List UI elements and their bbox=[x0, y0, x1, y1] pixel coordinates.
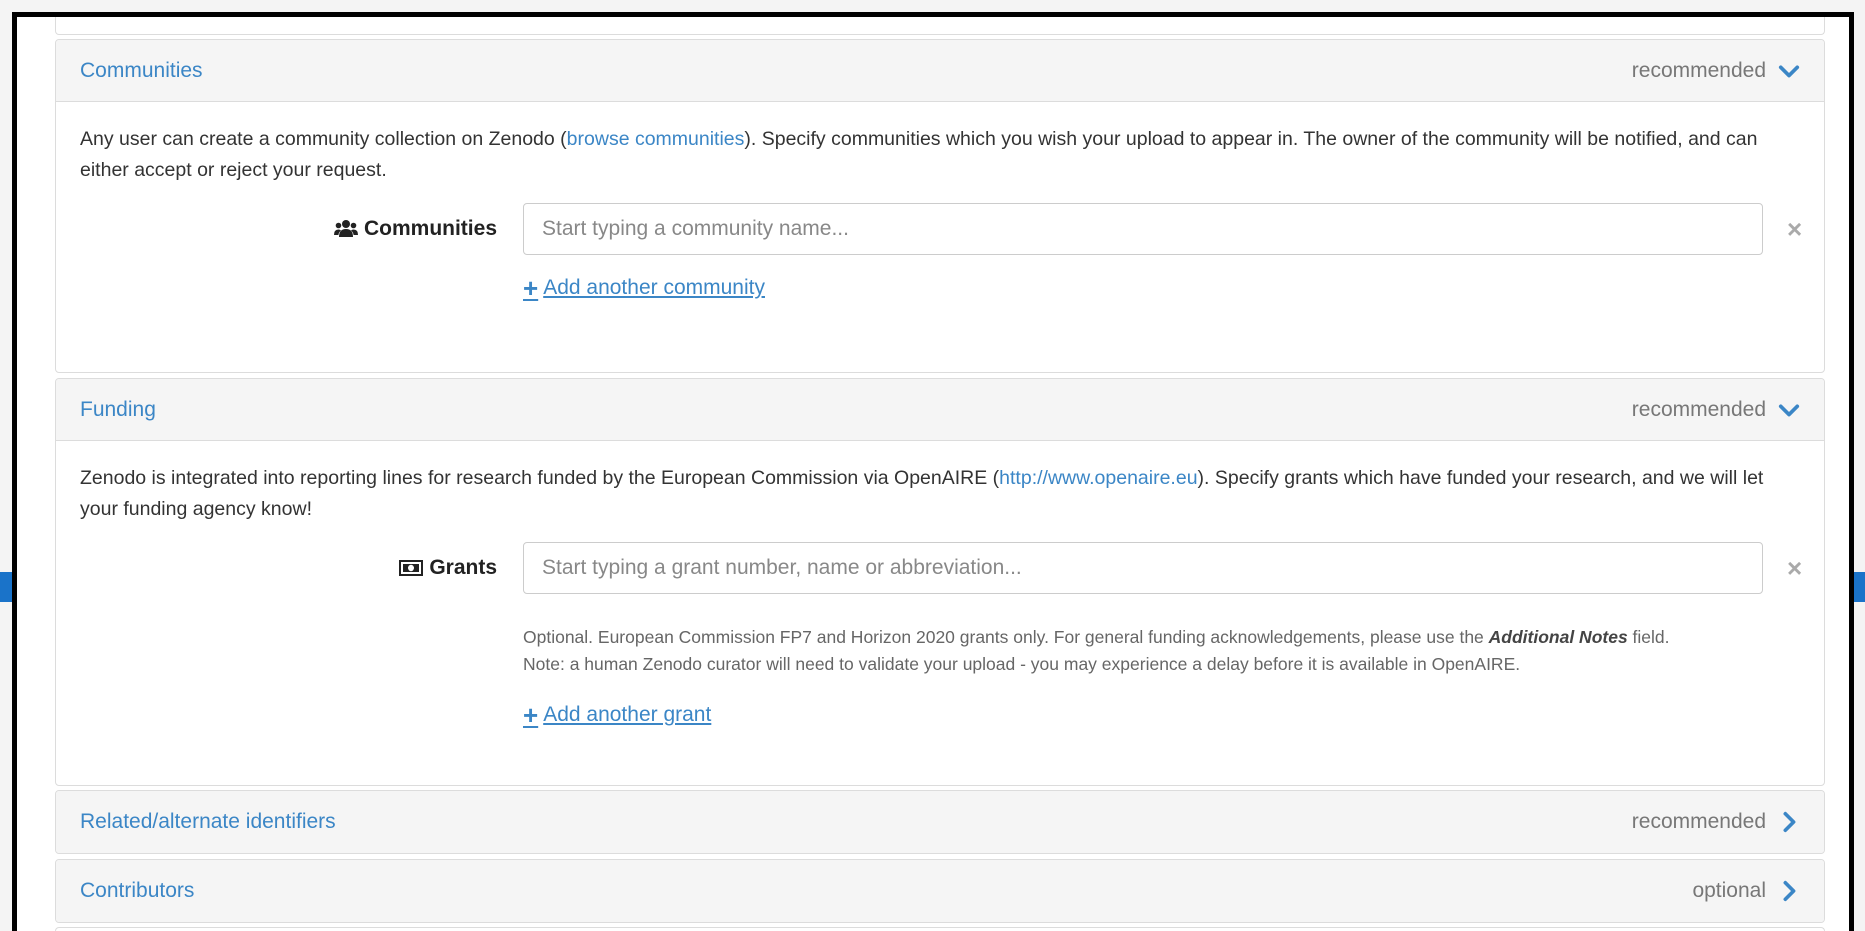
communities-desc-text: Any user can create a community collecti… bbox=[80, 128, 567, 150]
additional-notes-emphasis: Additional Notes bbox=[1488, 627, 1628, 647]
previous-panel-edge bbox=[55, 17, 1825, 35]
community-search-input[interactable] bbox=[523, 203, 1763, 255]
help-text-start: Optional. European Commission FP7 and Ho… bbox=[523, 627, 1489, 647]
funding-panel: Funding recommended Zenodo is integrated… bbox=[55, 378, 1825, 786]
openaire-link[interactable]: http://www.openaire.eu bbox=[999, 467, 1197, 489]
contributors-title[interactable]: Contributors bbox=[80, 879, 194, 903]
communities-panel: Communities recommended Any user can cre… bbox=[55, 39, 1825, 373]
next-panel-edge bbox=[55, 927, 1825, 931]
add-community-label: Add another community bbox=[543, 276, 765, 299]
browse-communities-link[interactable]: browse communities bbox=[567, 128, 745, 150]
contributors-status-label: optional bbox=[1692, 879, 1766, 902]
money-icon bbox=[399, 560, 424, 576]
add-another-community-button[interactable]: + Add another community bbox=[523, 275, 765, 301]
upload-form-window: Communities recommended Any user can cre… bbox=[12, 12, 1854, 931]
grants-help-line-1: Optional. European Commission FP7 and Ho… bbox=[523, 624, 1783, 651]
communities-panel-title[interactable]: Communities bbox=[80, 59, 203, 83]
communities-form-row: Communities × bbox=[56, 202, 1824, 256]
communities-field-label: Communities bbox=[333, 217, 497, 241]
remove-grant-icon[interactable]: × bbox=[1787, 555, 1802, 581]
funding-description: Zenodo is integrated into reporting line… bbox=[80, 463, 1800, 525]
communities-panel-body: Any user can create a community collecti… bbox=[56, 102, 1824, 372]
grants-field-label: Grants bbox=[399, 556, 497, 580]
funding-desc-text: Zenodo is integrated into reporting line… bbox=[80, 467, 1000, 489]
plus-icon: + bbox=[523, 273, 539, 303]
contributors-panel: Contributors optional bbox=[55, 859, 1825, 923]
add-grant-label: Add another grant bbox=[543, 703, 712, 726]
remove-community-icon[interactable]: × bbox=[1787, 216, 1802, 242]
chevron-right-icon[interactable] bbox=[1778, 880, 1800, 902]
related-status-label: recommended bbox=[1631, 810, 1766, 833]
help-text-end: field. bbox=[1627, 627, 1670, 647]
grants-help-text: Optional. European Commission FP7 and Ho… bbox=[523, 624, 1783, 678]
users-icon bbox=[333, 219, 358, 239]
related-identifiers-panel: Related/alternate identifiers recommende… bbox=[55, 790, 1825, 854]
grants-help-line-2: Note: a human Zenodo curator will need t… bbox=[523, 654, 1521, 674]
grant-search-input[interactable] bbox=[523, 542, 1763, 594]
communities-status-label: recommended bbox=[1631, 58, 1766, 82]
communities-label-text: Communities bbox=[363, 217, 497, 240]
related-identifiers-title[interactable]: Related/alternate identifiers bbox=[80, 810, 336, 834]
funding-status-label: recommended bbox=[1631, 397, 1766, 421]
plus-icon: + bbox=[523, 700, 539, 730]
communities-description: Any user can create a community collecti… bbox=[80, 124, 1800, 186]
chevron-down-icon[interactable] bbox=[1778, 60, 1800, 82]
funding-panel-title[interactable]: Funding bbox=[80, 398, 156, 422]
add-another-grant-button[interactable]: + Add another grant bbox=[523, 702, 711, 728]
communities-panel-heading[interactable]: Communities recommended bbox=[56, 40, 1824, 102]
chevron-down-icon[interactable] bbox=[1778, 399, 1800, 421]
grants-label-text: Grants bbox=[429, 556, 497, 579]
chevron-right-icon[interactable] bbox=[1778, 811, 1800, 833]
related-identifiers-heading[interactable]: Related/alternate identifiers recommende… bbox=[56, 791, 1824, 853]
funding-panel-body: Zenodo is integrated into reporting line… bbox=[56, 441, 1824, 785]
grants-form-row: Grants × bbox=[56, 541, 1824, 595]
contributors-heading[interactable]: Contributors optional bbox=[56, 860, 1824, 922]
funding-panel-heading[interactable]: Funding recommended bbox=[56, 379, 1824, 441]
